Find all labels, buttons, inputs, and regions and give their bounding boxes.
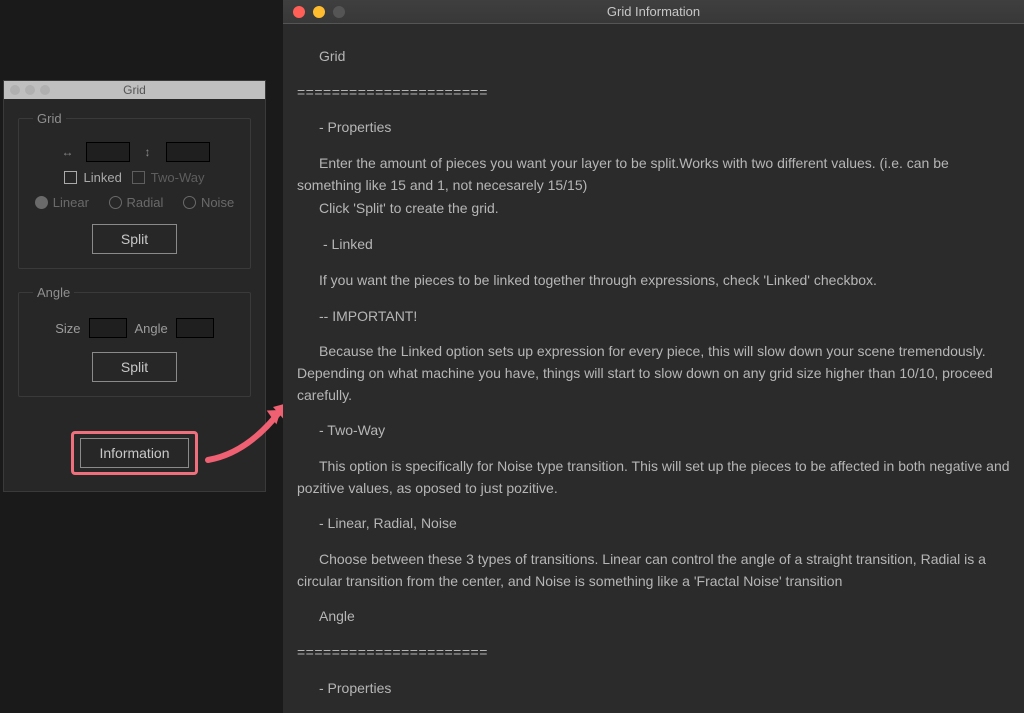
angle-group-legend: Angle: [33, 285, 74, 300]
twoway-checkbox[interactable]: Two-Way: [132, 170, 205, 185]
checkbox-row: Linked Two-Way: [29, 170, 240, 185]
info-window: Grid Information Grid ==================…: [283, 0, 1024, 713]
angle-split-button-row: Split: [29, 352, 240, 382]
info-text: This option is specifically for Noise ty…: [297, 456, 1010, 499]
radio-dot-icon: [35, 196, 48, 209]
horizontal-arrows-icon: ↔: [60, 145, 76, 159]
checkbox-box-icon: [132, 171, 145, 184]
information-highlight: Information: [71, 431, 197, 475]
transition-type-row: Linear Radial Noise: [29, 195, 240, 210]
info-text: - Linked: [297, 234, 1010, 256]
split-button-row: Split: [29, 224, 240, 254]
linear-radio-label: Linear: [53, 195, 89, 210]
twoway-checkbox-label: Two-Way: [151, 170, 205, 185]
information-row: Information: [18, 413, 251, 475]
dimensions-row: ↔ ↕: [29, 142, 240, 162]
info-window-title: Grid Information: [607, 4, 700, 19]
info-text: ======================: [297, 642, 1010, 664]
info-text: Angle: [297, 606, 1010, 628]
size-input[interactable]: [89, 318, 127, 338]
info-text: - Two-Way: [297, 420, 1010, 442]
radio-dot-icon: [183, 196, 196, 209]
info-text: - Linear, Radial, Noise: [297, 513, 1010, 535]
maximize-icon[interactable]: [40, 85, 50, 95]
info-text: Choose between these 3 types of transiti…: [297, 549, 1010, 592]
close-icon[interactable]: [293, 6, 305, 18]
checkbox-box-icon: [64, 171, 77, 184]
linked-checkbox-label: Linked: [83, 170, 121, 185]
info-text: - Properties: [297, 117, 1010, 139]
grid-panel: Grid Grid ↔ ↕ Linked Two-Way: [3, 80, 266, 492]
linear-radio[interactable]: Linear: [35, 195, 89, 210]
radio-dot-icon: [109, 196, 122, 209]
info-text: If you want the pieces to be linked toge…: [297, 270, 1010, 292]
info-text: Because the Linked option sets up expres…: [297, 341, 1010, 406]
information-button[interactable]: Information: [80, 438, 188, 468]
size-angle-row: Size Angle: [29, 318, 240, 338]
width-input[interactable]: [86, 142, 130, 162]
grid-panel-body: Grid ↔ ↕ Linked Two-Way: [4, 99, 265, 491]
grid-group: Grid ↔ ↕ Linked Two-Way: [18, 111, 251, 269]
info-text: Enter the amount of pieces you want your…: [297, 153, 1010, 196]
info-text: - Properties: [297, 678, 1010, 700]
window-controls[interactable]: [10, 85, 50, 95]
grid-panel-titlebar[interactable]: Grid: [4, 81, 265, 99]
info-text: Grid: [297, 46, 1010, 68]
info-text: ======================: [297, 82, 1010, 104]
split-button[interactable]: Split: [92, 224, 177, 254]
angle-group: Angle Size Angle Split: [18, 285, 251, 397]
vertical-arrows-icon: ↕: [140, 145, 156, 159]
info-text: Click 'Split' to create the grid.: [297, 198, 1010, 220]
info-text: -- IMPORTANT!: [297, 306, 1010, 328]
grid-panel-title: Grid: [123, 83, 146, 97]
info-content: Grid ====================== - Properties…: [283, 24, 1024, 713]
angle-input[interactable]: [176, 318, 214, 338]
angle-split-button[interactable]: Split: [92, 352, 177, 382]
noise-radio[interactable]: Noise: [183, 195, 234, 210]
minimize-icon[interactable]: [313, 6, 325, 18]
minimize-icon[interactable]: [25, 85, 35, 95]
size-label: Size: [55, 321, 80, 336]
close-icon[interactable]: [10, 85, 20, 95]
angle-label: Angle: [135, 321, 168, 336]
maximize-icon[interactable]: [333, 6, 345, 18]
linked-checkbox[interactable]: Linked: [64, 170, 121, 185]
radial-radio-label: Radial: [127, 195, 164, 210]
noise-radio-label: Noise: [201, 195, 234, 210]
window-controls[interactable]: [293, 6, 345, 18]
grid-group-legend: Grid: [33, 111, 66, 126]
height-input[interactable]: [166, 142, 210, 162]
info-window-titlebar[interactable]: Grid Information: [283, 0, 1024, 24]
radial-radio[interactable]: Radial: [109, 195, 164, 210]
